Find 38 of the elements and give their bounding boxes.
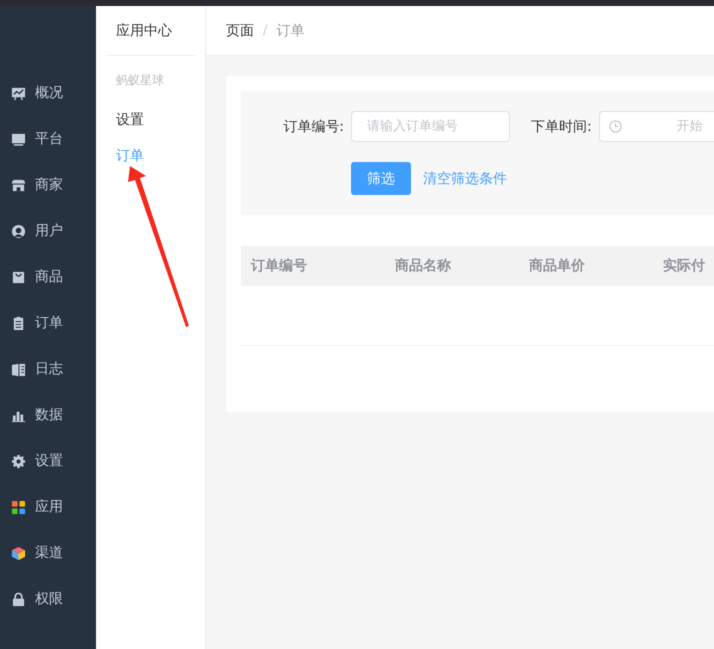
field-label: 下单时间: xyxy=(531,118,592,136)
column-header: 商品名称 xyxy=(394,257,452,275)
sidebar-item[interactable]: 设置 xyxy=(35,452,63,470)
sidebar-item[interactable]: 用户 xyxy=(35,222,63,240)
breadcrumb-item: 订单 xyxy=(276,22,304,40)
sidebar-item[interactable]: 数据 xyxy=(35,406,63,424)
monitor-icon xyxy=(11,132,26,146)
user-icon xyxy=(11,224,26,238)
book-icon xyxy=(11,362,26,376)
column-header: 商品单价 xyxy=(528,257,586,275)
shop-icon xyxy=(11,178,26,192)
column-header: 订单编号 xyxy=(250,257,308,275)
group-label: 蚂蚁星球 xyxy=(116,73,164,87)
bag-icon xyxy=(11,270,26,284)
sidebar-item[interactable]: 渠道 xyxy=(35,544,63,562)
field-label: 订单编号: xyxy=(282,118,345,136)
subnav-item[interactable]: 设置 xyxy=(116,111,144,129)
chart-icon xyxy=(11,86,26,100)
sidebar-item[interactable]: 权限 xyxy=(35,590,63,608)
sidebar-item[interactable]: 商家 xyxy=(35,176,63,194)
sidebar-item[interactable]: 平台 xyxy=(35,130,63,148)
cube-icon xyxy=(11,546,26,560)
section-title: 应用中心 xyxy=(116,22,172,40)
sidebar-item[interactable]: 商品 xyxy=(35,268,63,286)
breadcrumb-item[interactable]: 页面 xyxy=(226,22,254,40)
sidebar-item[interactable]: 日志 xyxy=(35,360,63,378)
clipboard-icon xyxy=(11,316,26,330)
sidebar-item[interactable]: 概况 xyxy=(35,84,63,102)
clock-icon xyxy=(608,120,622,133)
apps-grid-icon xyxy=(11,500,26,514)
sidebar-item[interactable]: 应用 xyxy=(35,498,63,516)
sidebar-item[interactable]: 订单 xyxy=(35,314,63,332)
order-number-field[interactable]: 请输入订单编号 xyxy=(351,111,510,142)
lock-icon xyxy=(11,592,26,606)
column-header: 实际付 xyxy=(662,257,706,275)
settings-icon xyxy=(11,454,26,468)
date-range-field[interactable]: 开始 xyxy=(598,111,714,142)
breadcrumb-separator: / xyxy=(263,23,268,38)
